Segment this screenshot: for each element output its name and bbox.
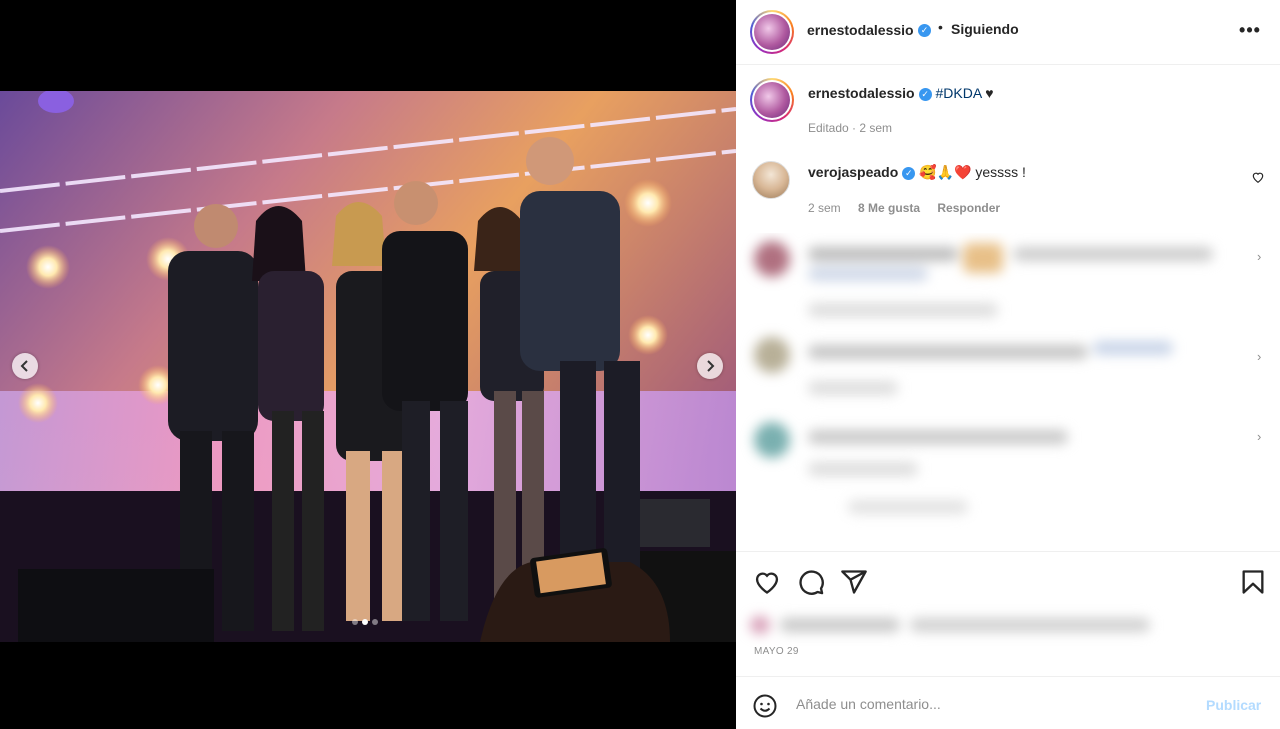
comment-emojis: 🥰🙏❤️ (919, 164, 972, 180)
chevron-right-icon[interactable]: › (1257, 249, 1261, 264)
comment-item: verojaspeado ✓ 🥰🙏❤️ yessss ! 2 sem 8 Me g… (736, 156, 1280, 226)
blurred-comment (738, 333, 1278, 403)
post-side-panel: ernestodalessio ✓ • Siguiendo ••• ernest… (736, 0, 1280, 729)
comment-input[interactable] (796, 692, 1196, 716)
comment-meta: 2 sem 8 Me gusta Responder (808, 201, 1014, 215)
author-username[interactable]: ernestodalessio (807, 22, 914, 38)
verified-badge-icon: ✓ (918, 87, 932, 101)
carousel-dot (352, 619, 358, 625)
heart-icon[interactable] (753, 568, 781, 596)
post-header: ernestodalessio ✓ • Siguiendo ••• (736, 0, 1280, 65)
commenter-avatar[interactable] (752, 161, 790, 199)
caption-hashtag[interactable]: #DKDA (936, 85, 982, 101)
caption-meta: Editado · 2 sem (808, 121, 893, 135)
chevron-left-icon (20, 360, 28, 372)
publish-button[interactable]: Publicar (1206, 697, 1261, 713)
reply-button[interactable]: Responder (937, 201, 1000, 215)
chevron-right-icon[interactable]: › (1257, 429, 1261, 444)
carousel-dot (372, 619, 378, 625)
separator-dot: • (938, 19, 943, 35)
caption-heart-text: ♥ (981, 85, 994, 101)
commenter-username[interactable]: verojaspeado (808, 164, 898, 180)
caption-line: ernestodalessio ✓ #DKDA ♥ (808, 85, 994, 101)
more-options-icon[interactable]: ••• (1238, 18, 1262, 42)
following-button[interactable]: Siguiendo (951, 21, 1019, 37)
blurred-comments: › › › (738, 233, 1278, 551)
blurred-comment (738, 418, 1278, 538)
next-photo-button[interactable] (697, 353, 723, 379)
chevron-right-icon[interactable]: › (1257, 349, 1261, 364)
comment-icon[interactable] (797, 568, 825, 596)
carousel-dot-active (362, 619, 368, 625)
comment-heart-icon[interactable] (1251, 170, 1265, 184)
author-avatar[interactable] (750, 10, 794, 54)
previous-photo-button[interactable] (12, 353, 38, 379)
carousel-indicator (352, 619, 378, 625)
blurred-comment (738, 233, 1278, 323)
comment-likes[interactable]: 8 Me gusta (858, 201, 920, 215)
comment-line: verojaspeado ✓ 🥰🙏❤️ yessss ! (808, 164, 1026, 181)
comment-text: yessss ! (971, 164, 1026, 180)
comment-time[interactable]: 2 sem (808, 201, 841, 215)
chevron-right-icon (707, 360, 715, 372)
caption-author-username[interactable]: ernestodalessio (808, 85, 915, 101)
comment-composer: Publicar (736, 676, 1280, 729)
emoji-icon[interactable] (753, 694, 777, 718)
verified-badge-icon: ✓ (918, 24, 931, 37)
caption-author-avatar[interactable] (750, 78, 794, 122)
likes-summary-blurred (750, 612, 1150, 638)
post-photo[interactable] (0, 91, 736, 642)
share-icon[interactable] (840, 568, 868, 596)
bookmark-icon[interactable] (1239, 568, 1267, 596)
post-actions (736, 551, 1280, 609)
post-date[interactable]: MAYO 29 (754, 646, 799, 657)
media-pane (0, 0, 736, 729)
verified-badge-icon: ✓ (902, 166, 916, 180)
